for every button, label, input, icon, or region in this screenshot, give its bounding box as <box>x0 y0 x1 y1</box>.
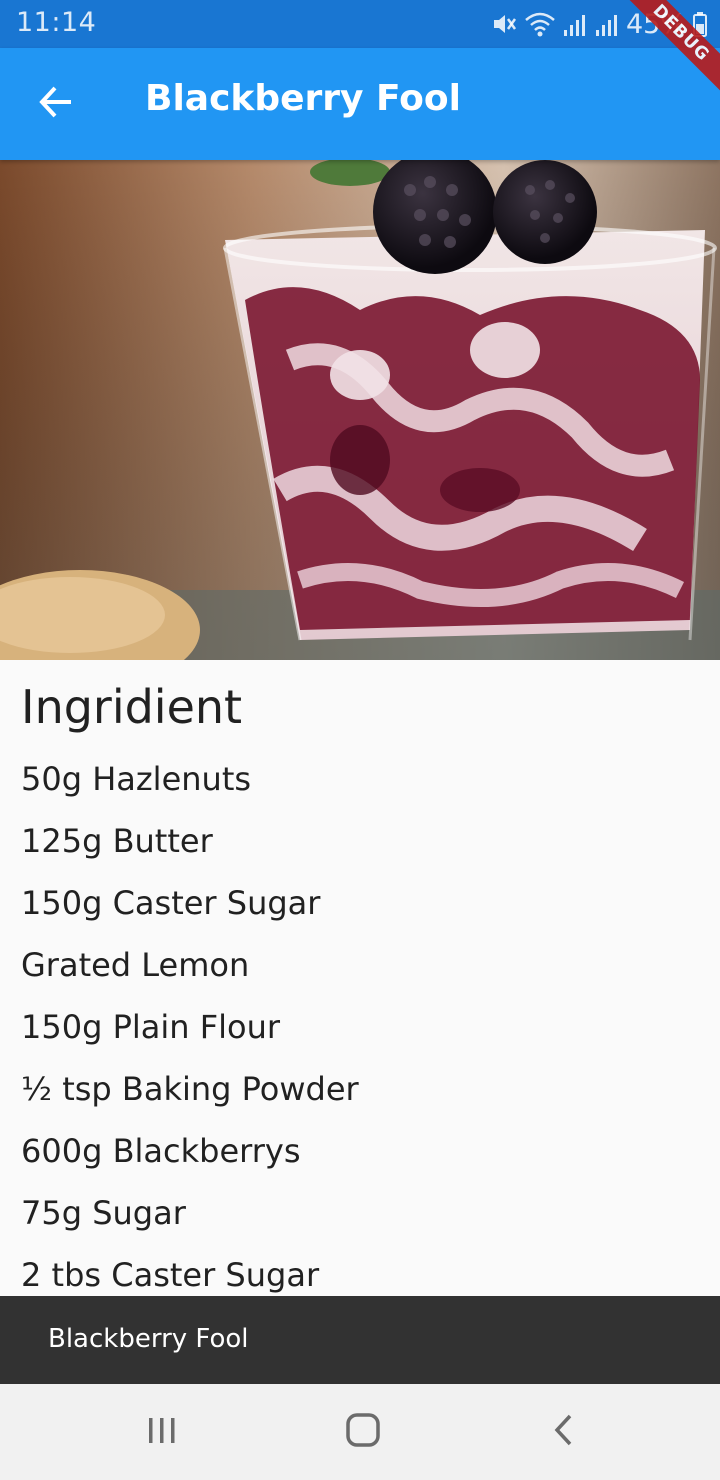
signal-icon <box>594 10 620 38</box>
arrow-back-icon <box>38 84 74 124</box>
list-item: ½ tsp Baking Powder <box>21 1070 359 1108</box>
recipe-image <box>0 160 720 660</box>
mute-icon <box>490 10 518 38</box>
status-bar: 11:14 <box>0 0 720 48</box>
list-item: Grated Lemon <box>21 946 250 984</box>
list-item: 75g Sugar <box>21 1194 186 1232</box>
ingredients-section: Ingridient 50g Hazlenuts 125g Butter 150… <box>0 660 720 1296</box>
home-icon <box>345 1412 381 1452</box>
ingredients-heading: Ingridient <box>21 680 243 734</box>
snackbar-text: Blackberry Fool <box>48 1324 249 1354</box>
home-button[interactable] <box>333 1402 393 1462</box>
snackbar: Blackberry Fool <box>0 1296 720 1384</box>
list-item: 600g Blackberrys <box>21 1132 301 1170</box>
back-button[interactable] <box>20 68 92 140</box>
ingredient-list: 50g Hazlenuts 125g Butter 150g Caster Su… <box>21 756 359 1296</box>
back-icon <box>548 1413 582 1451</box>
status-time: 11:14 <box>16 7 97 38</box>
recent-apps-icon <box>145 1413 179 1451</box>
system-back-button[interactable] <box>535 1402 595 1462</box>
app-bar: Blackberry Fool <box>0 48 720 160</box>
list-item: 125g Butter <box>21 822 213 860</box>
screen: 11:14 DEBUG Blackberry Fool Ingridient 5… <box>0 0 720 1480</box>
list-item: 150g Caster Sugar <box>21 884 321 922</box>
signal-icon <box>562 10 588 38</box>
list-item: 150g Plain Flour <box>21 1008 281 1046</box>
system-nav-bar <box>0 1384 720 1480</box>
list-item: 2 tbs Caster Sugar <box>21 1256 320 1294</box>
page-title: Blackberry Fool <box>145 78 461 119</box>
list-item: 50g Hazlenuts <box>21 760 252 798</box>
wifi-icon <box>524 10 556 38</box>
recent-apps-button[interactable] <box>132 1402 192 1462</box>
